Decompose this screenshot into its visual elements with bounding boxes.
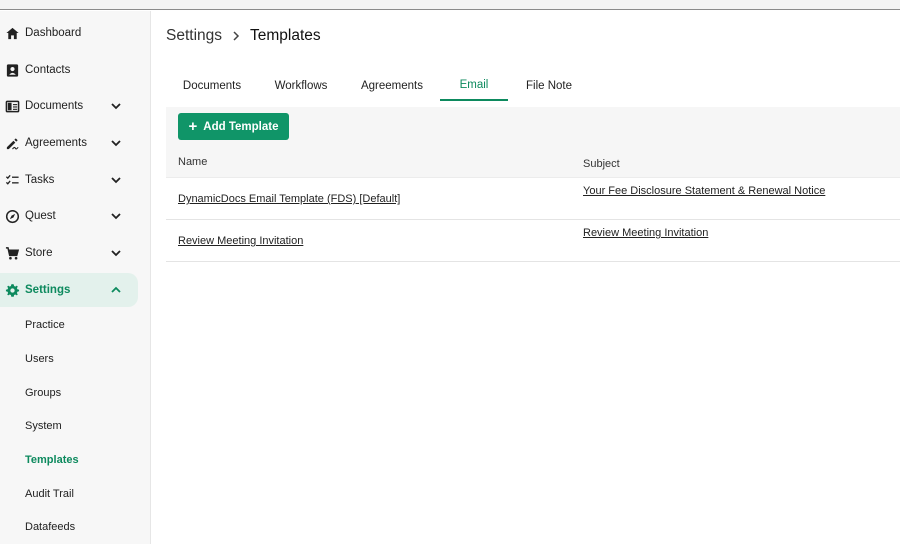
add-template-button[interactable]: + Add Template	[178, 113, 289, 140]
cart-icon	[4, 245, 20, 261]
signature-icon	[4, 135, 20, 151]
sidebar-subitem-datafeeds[interactable]: Datafeeds	[25, 521, 75, 533]
breadcrumb-parent[interactable]: Settings	[166, 27, 222, 45]
column-header-subject[interactable]: Subject	[583, 158, 620, 170]
table-row[interactable]: DynamicDocs Email Template (FDS) [Defaul…	[166, 178, 900, 220]
template-name-link[interactable]: DynamicDocs Email Template (FDS) [Defaul…	[178, 193, 400, 205]
template-tabs: Documents Workflows Agreements Email Fil…	[166, 70, 886, 102]
sidebar-item-label: Quest	[25, 210, 56, 222]
sidebar-item-label: Contacts	[25, 64, 71, 76]
breadcrumb: Settings Templates	[166, 27, 321, 45]
table-row[interactable]: Review Meeting Invitation Review Meeting…	[166, 220, 900, 262]
chevron-down-icon[interactable]	[109, 99, 123, 113]
tab-email[interactable]: Email	[440, 70, 508, 101]
sidebar-item-tasks[interactable]: Tasks	[0, 163, 138, 197]
template-subject-link[interactable]: Your Fee Disclosure Statement & Renewal …	[583, 185, 825, 197]
tab-workflows[interactable]: Workflows	[258, 70, 344, 101]
tab-agreements[interactable]: Agreements	[348, 70, 436, 101]
sidebar-item-settings[interactable]: Settings	[0, 273, 138, 307]
sidebar-item-label: Documents	[25, 100, 84, 112]
sidebar-item-label: Store	[25, 247, 53, 259]
browser-top-bar	[0, 0, 900, 10]
home-icon	[4, 25, 20, 41]
sidebar-item-agreements[interactable]: Agreements	[0, 126, 138, 160]
sidebar-subitem-system[interactable]: System	[25, 420, 62, 432]
chevron-right-icon	[233, 31, 240, 41]
add-template-label: Add Template	[203, 120, 279, 133]
column-header-name[interactable]: Name	[178, 156, 207, 168]
chevron-down-icon[interactable]	[109, 173, 123, 187]
sidebar-item-store[interactable]: Store	[0, 236, 138, 270]
tab-file-note[interactable]: File Note	[514, 70, 584, 101]
tab-documents[interactable]: Documents	[166, 70, 258, 101]
contact-card-icon	[4, 62, 20, 78]
sidebar-subitem-groups[interactable]: Groups	[25, 387, 61, 399]
sidebar: Dashboard Contacts Documents Agreements …	[0, 11, 151, 544]
sidebar-item-quest[interactable]: Quest	[0, 199, 138, 233]
sidebar-item-label: Settings	[25, 284, 71, 296]
compass-icon	[4, 208, 20, 224]
sidebar-subitem-practice[interactable]: Practice	[25, 319, 65, 331]
chevron-down-icon[interactable]	[109, 136, 123, 150]
toolbar: + Add Template	[166, 107, 900, 147]
sidebar-item-label: Dashboard	[25, 27, 82, 39]
chevron-down-icon[interactable]	[109, 209, 123, 223]
checklist-icon	[4, 172, 20, 188]
chevron-up-icon[interactable]	[109, 283, 123, 297]
sidebar-item-label: Tasks	[25, 174, 55, 186]
sidebar-item-dashboard[interactable]: Dashboard	[0, 16, 138, 50]
chevron-down-icon[interactable]	[109, 246, 123, 260]
sidebar-item-documents[interactable]: Documents	[0, 89, 138, 123]
sidebar-subitem-users[interactable]: Users	[25, 353, 54, 365]
main-content: Settings Templates Documents Workflows A…	[152, 11, 900, 544]
table-header: Name Subject	[166, 147, 900, 178]
sidebar-subitem-audit-trail[interactable]: Audit Trail	[25, 488, 74, 500]
template-subject-link[interactable]: Review Meeting Invitation	[583, 227, 708, 239]
sidebar-item-contacts[interactable]: Contacts	[0, 53, 138, 87]
sidebar-item-label: Agreements	[25, 137, 88, 149]
template-name-link[interactable]: Review Meeting Invitation	[178, 235, 303, 247]
breadcrumb-current: Templates	[250, 27, 321, 44]
document-icon	[4, 98, 20, 114]
templates-table: Name Subject DynamicDocs Email Template …	[166, 147, 900, 262]
gear-icon	[4, 282, 20, 298]
plus-icon: +	[188, 118, 198, 135]
sidebar-subitem-templates[interactable]: Templates	[25, 454, 79, 466]
